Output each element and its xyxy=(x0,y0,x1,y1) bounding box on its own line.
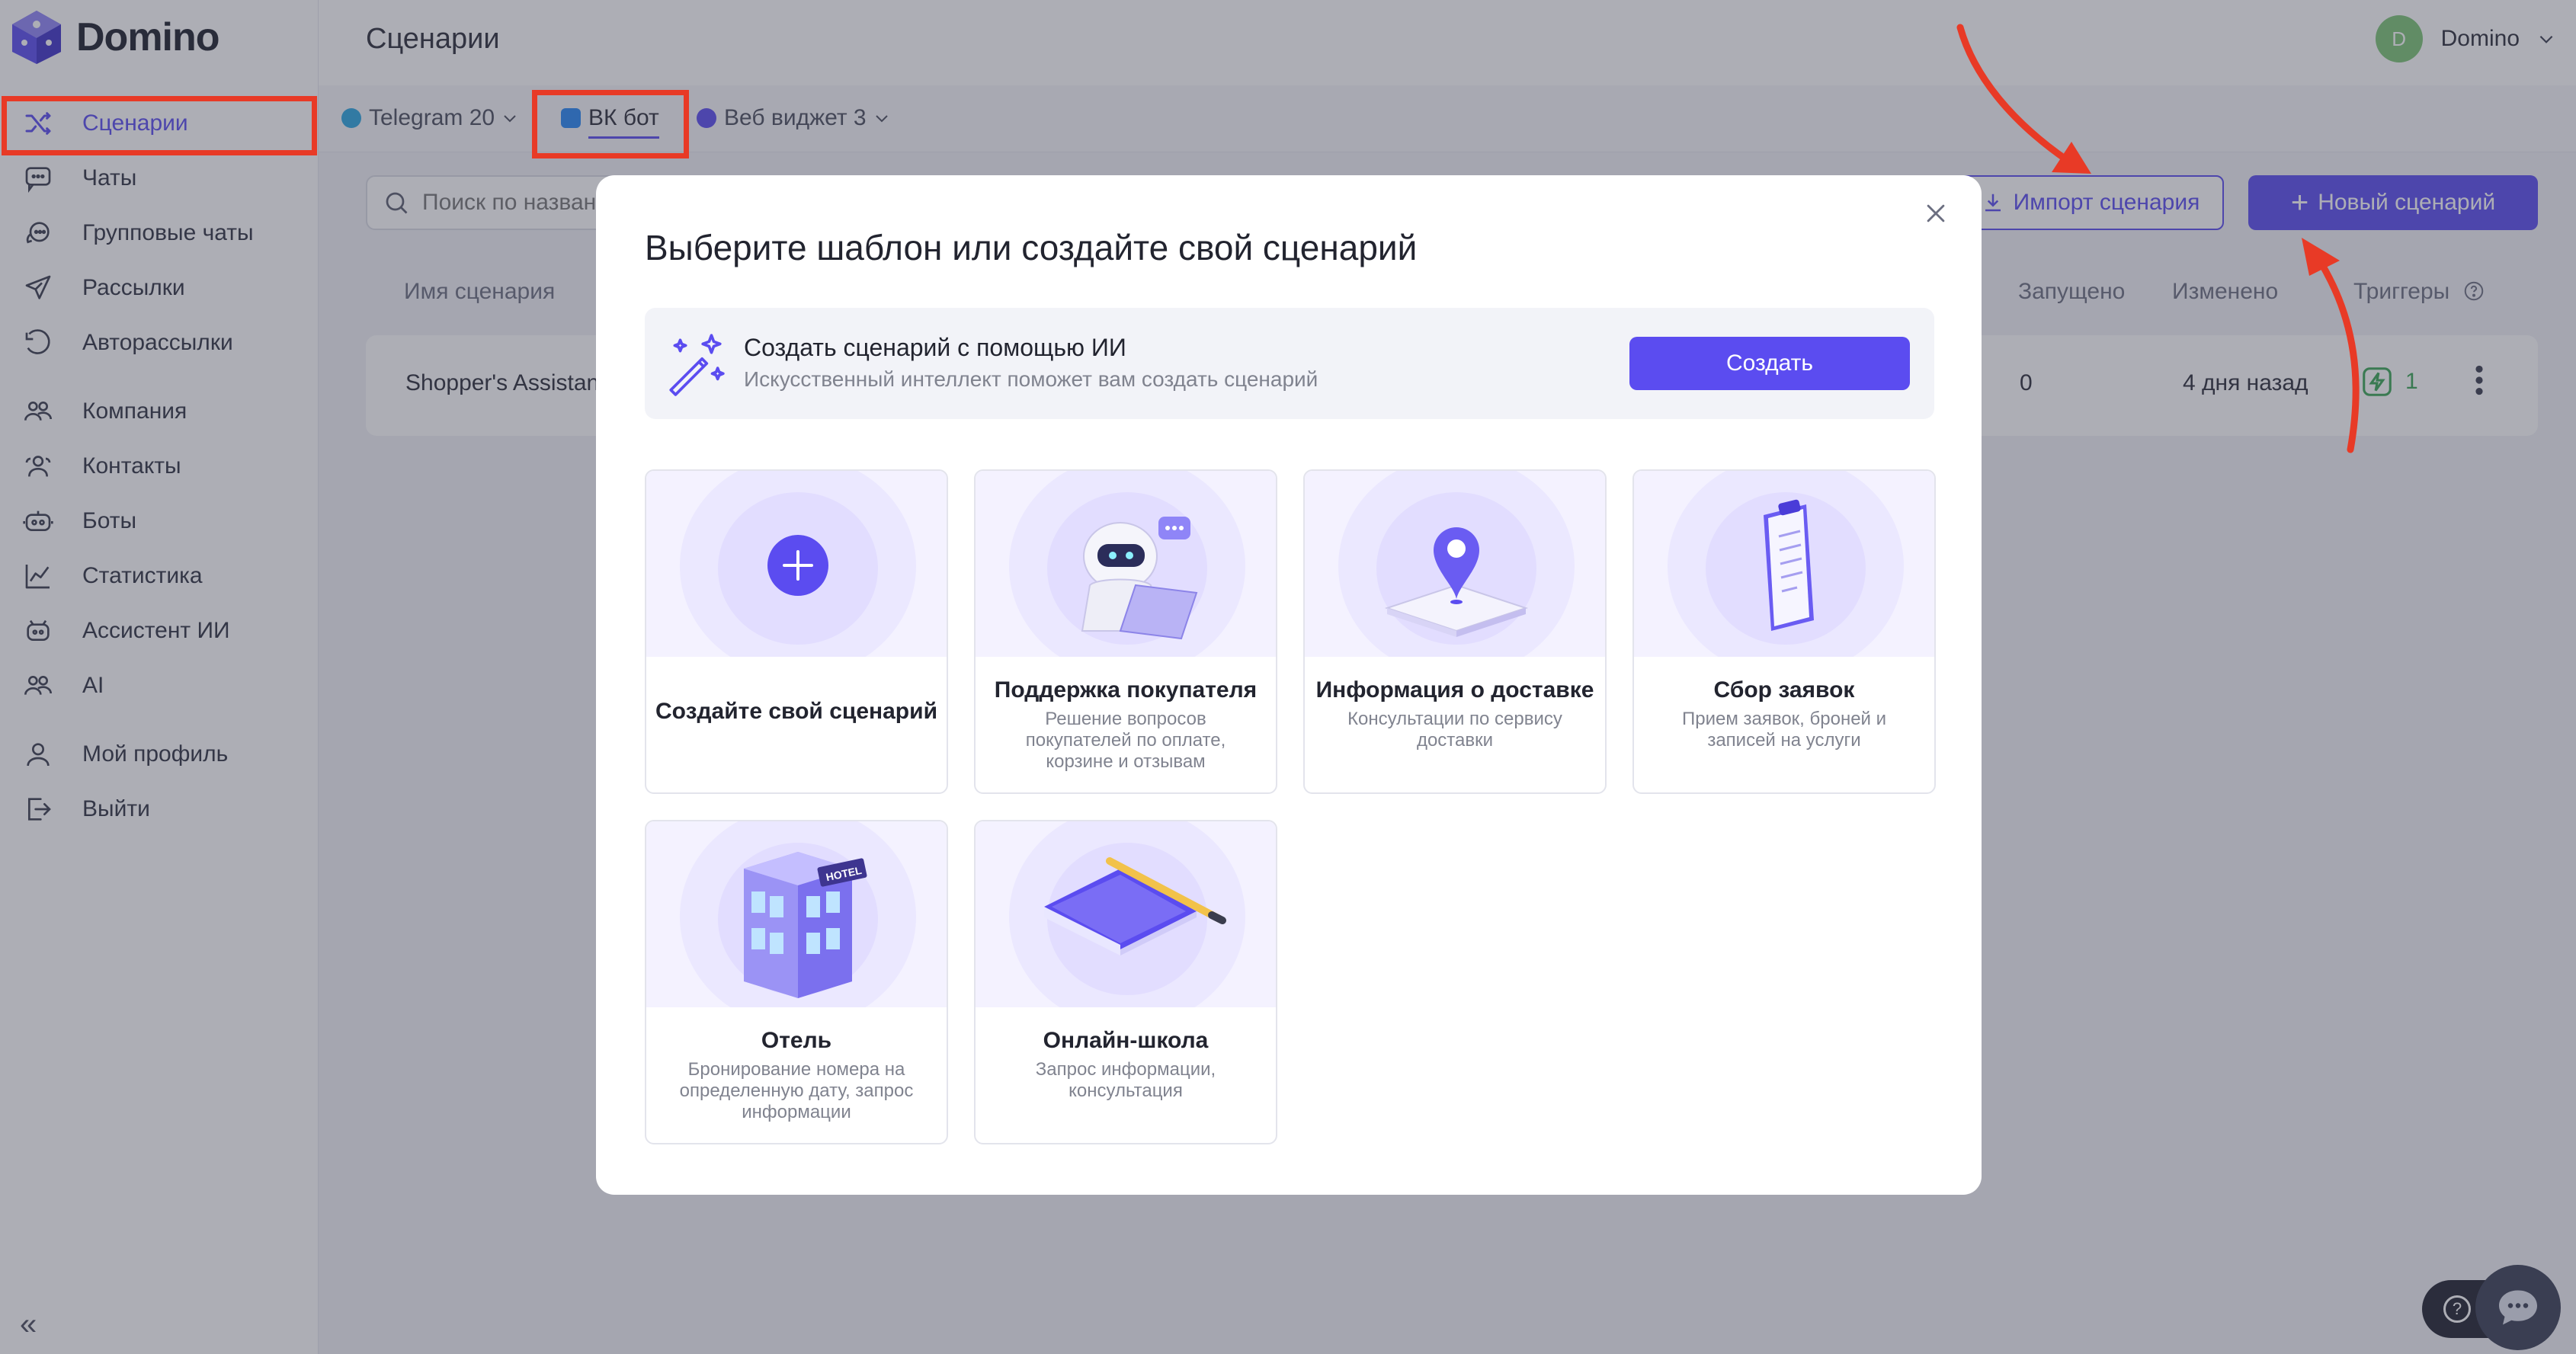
close-icon xyxy=(1927,204,1945,222)
template-modal: Выберите шаблон или создайте свой сценар… xyxy=(596,175,1982,1195)
card-illustration: HOTEL xyxy=(646,821,947,1007)
notebook-pencil-icon xyxy=(1044,857,1226,955)
card-title: Онлайн-школа xyxy=(1043,1028,1209,1053)
clipboard-icon xyxy=(1764,499,1814,631)
close-button[interactable] xyxy=(1918,195,1954,232)
ai-create-banner: Создать сценарий с помощью ИИ Искусствен… xyxy=(645,308,1934,419)
ai-banner-subtitle: Искусственный интеллект поможет вам созд… xyxy=(744,367,1318,391)
modal-title: Выберите шаблон или создайте свой сценар… xyxy=(645,228,1418,267)
card-illustration xyxy=(976,821,1276,1007)
hotel-building-icon: HOTEL xyxy=(744,852,867,998)
location-pin-icon xyxy=(1384,527,1529,637)
template-card-customer-support[interactable]: Поддержка покупателя Решение вопросов по… xyxy=(974,469,1277,794)
annotation-highlight-scenarios xyxy=(2,96,317,155)
card-title: Создайте свой сценарий xyxy=(655,699,938,724)
add-circle-icon xyxy=(767,535,828,596)
robot-support-icon xyxy=(1081,517,1198,640)
card-illustration xyxy=(1305,471,1605,657)
card-description: Запрос информации, консультация xyxy=(1035,1059,1216,1101)
create-with-ai-button[interactable]: Создать xyxy=(1629,337,1910,390)
template-card-online-school[interactable]: Онлайн-школа Запрос информации, консульт… xyxy=(974,820,1277,1144)
card-illustration xyxy=(1634,471,1934,657)
template-card-lead-collection[interactable]: Сбор заявок Прием заявок, броней и запис… xyxy=(1632,469,1936,794)
card-illustration xyxy=(646,471,947,657)
template-card-custom[interactable]: Создайте свой сценарий xyxy=(645,469,948,794)
template-card-hotel[interactable]: HOTEL Отель Бронирование номера на опред… xyxy=(645,820,948,1144)
template-card-delivery-info[interactable]: Информация о доставке Консультации по се… xyxy=(1303,469,1607,794)
card-description: Решение вопросов покупателей по оплате, … xyxy=(1025,709,1226,772)
card-title: Информация о доставке xyxy=(1315,677,1594,703)
card-title: Поддержка покупателя xyxy=(994,677,1258,703)
card-title: Сбор заявок xyxy=(1713,677,1855,703)
magic-wand-icon xyxy=(669,334,725,396)
card-illustration xyxy=(976,471,1276,657)
card-description: Консультации по сервису доставки xyxy=(1347,709,1562,751)
card-description: Бронирование номера на определенную дату… xyxy=(679,1059,914,1122)
card-description: Прием заявок, броней и записей на услуги xyxy=(1681,709,1887,751)
ai-banner-title: Создать сценарий с помощью ИИ xyxy=(744,334,1126,361)
annotation-highlight-vk-tab xyxy=(532,90,689,158)
card-title: Отель xyxy=(761,1028,832,1053)
